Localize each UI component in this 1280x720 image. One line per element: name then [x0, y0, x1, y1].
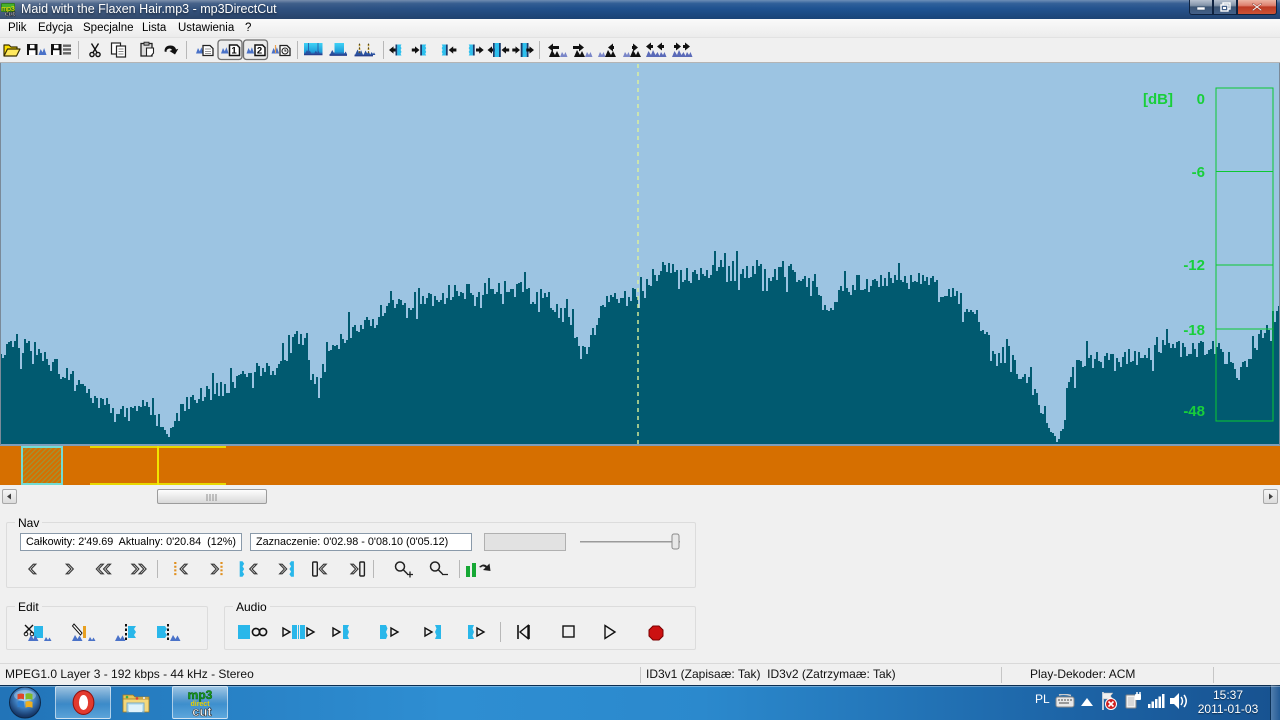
svg-text:-18: -18	[1183, 322, 1205, 339]
svg-text:-48: -48	[1183, 403, 1205, 420]
svg-text:mp3: mp3	[188, 688, 213, 702]
svg-text:cut: cut	[192, 704, 212, 718]
svg-text:-12: -12	[1183, 257, 1205, 274]
svg-text:-6: -6	[1192, 164, 1205, 181]
svg-text:0: 0	[1197, 91, 1205, 108]
svg-text:[dB]: [dB]	[1143, 91, 1173, 108]
